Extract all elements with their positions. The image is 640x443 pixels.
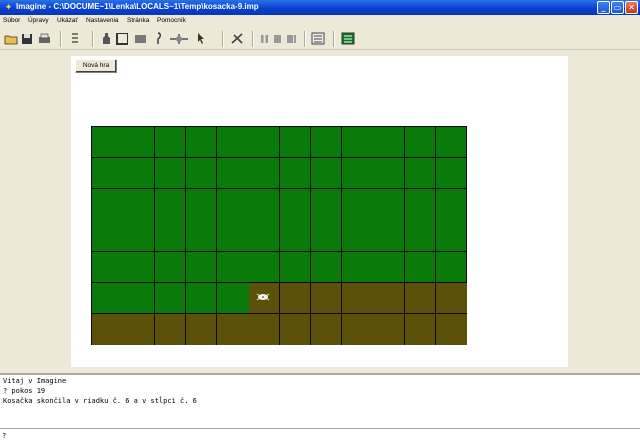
lawn-cell [186, 283, 217, 314]
app-icon[interactable]: ✦ [3, 2, 14, 13]
lawn-cell [342, 252, 405, 283]
toolbar-separator [222, 31, 224, 47]
lawn-cell [342, 314, 405, 345]
toolbar-separator [60, 31, 62, 47]
pause-icon[interactable] [259, 31, 270, 46]
lawn-cell [217, 189, 280, 252]
frame-icon[interactable] [115, 31, 130, 46]
lawn-cell [311, 283, 342, 314]
lawn-cell [436, 127, 467, 158]
step-icon[interactable] [285, 31, 298, 46]
console-line: Vitaj v Imagine [3, 377, 67, 385]
console-output[interactable]: Vitaj v Imagine ? pokos 19 Kosačka skonč… [0, 373, 640, 428]
lawn-cell [436, 314, 467, 345]
lawn-cell [405, 158, 436, 189]
lawn-cell [342, 158, 405, 189]
title-bar[interactable]: ✦ Imagine - C:\DOCUME~1\Lenka\LOCALS~1\T… [0, 0, 640, 15]
lawn-cell [217, 314, 280, 345]
lawn-cell [217, 252, 280, 283]
lawn-cell [342, 283, 405, 314]
menu-subor[interactable]: Súbor [3, 17, 20, 24]
menu-bar: Súbor Úpravy Ukázať Nastavenia Stránka P… [0, 15, 640, 28]
lawn-cell [155, 283, 186, 314]
command-input[interactable] [2, 430, 638, 442]
lawn-cell [342, 127, 405, 158]
lawn-cell [186, 252, 217, 283]
lawn-cell [92, 283, 155, 314]
new-game-button[interactable]: Nová hra [75, 59, 117, 73]
lawn-cell [436, 283, 467, 314]
bug-icon[interactable] [229, 31, 245, 46]
lawn-cell [186, 314, 217, 345]
open-folder-icon[interactable] [3, 31, 18, 46]
minimize-button[interactable]: _ [597, 1, 610, 14]
lawn-cell [186, 189, 217, 252]
lawn-cell [217, 283, 280, 314]
lawn-cell [155, 189, 186, 252]
lawn-cell [280, 252, 311, 283]
lawn-cell [155, 314, 186, 345]
toolbar-separator [304, 31, 306, 47]
lawn-cell [280, 314, 311, 345]
lawn-cell [155, 158, 186, 189]
lawn-cell [217, 127, 280, 158]
maximize-button[interactable]: ▭ [611, 1, 624, 14]
lawn-cell [280, 127, 311, 158]
console-line: ? pokos 19 [3, 387, 46, 395]
menu-pomocnik[interactable]: Pomocník [157, 17, 186, 24]
lawn-cell [280, 283, 311, 314]
layout-icon[interactable] [340, 31, 356, 46]
lawn-cell [405, 252, 436, 283]
rectangle-icon[interactable] [133, 31, 148, 46]
bottle-icon[interactable] [99, 31, 113, 46]
lawn-cell [92, 158, 155, 189]
menu-nastavenia[interactable]: Nastavenia [86, 17, 119, 24]
lawn-cell [436, 189, 467, 252]
lawn-cell [92, 314, 155, 345]
lawn-cell [405, 189, 436, 252]
lawn-cell [405, 314, 436, 345]
lawn-cell [311, 189, 342, 252]
lawn-cell [342, 189, 405, 252]
lawn-cell [311, 252, 342, 283]
move-icon[interactable] [168, 31, 190, 46]
lawn-cell [405, 283, 436, 314]
lawn-grid[interactable] [91, 126, 467, 345]
menu-upravy[interactable]: Úpravy [28, 17, 49, 24]
lawn-cell [155, 252, 186, 283]
console-line: Kosačka skončila v riadku č. 6 a v stĺpc… [3, 397, 197, 405]
turtle-new-icon[interactable] [67, 31, 82, 46]
lawn-cell [280, 158, 311, 189]
print-icon[interactable] [37, 31, 52, 46]
toolbar-separator [252, 31, 254, 47]
lawn-cell [436, 252, 467, 283]
lawn-cell [92, 189, 155, 252]
lawn-cell [92, 127, 155, 158]
lawn-cell [405, 127, 436, 158]
window-title: Imagine - C:\DOCUME~1\Lenka\LOCALS~1\Tem… [16, 2, 259, 11]
command-bar [0, 428, 640, 443]
lawn-cell [311, 314, 342, 345]
pointer-icon[interactable] [193, 31, 209, 46]
lawn-cell [186, 127, 217, 158]
menu-ukazat[interactable]: Ukázať [57, 17, 78, 24]
lawn-cell [436, 158, 467, 189]
stop-icon[interactable] [272, 31, 283, 46]
menu-stranka[interactable]: Stránka [127, 17, 149, 24]
toolbar-separator [333, 31, 335, 47]
lawn-cell [92, 252, 155, 283]
lawn-cell [186, 158, 217, 189]
toolbar [0, 28, 640, 50]
lawn-cell [155, 127, 186, 158]
lawn-cell [217, 158, 280, 189]
lawn-cell [311, 127, 342, 158]
save-icon[interactable] [19, 31, 34, 46]
dialog-icon[interactable] [310, 31, 326, 46]
lawn-cell [280, 189, 311, 252]
pen-icon[interactable] [151, 31, 165, 46]
toolbar-separator [92, 31, 94, 47]
close-button[interactable]: ✕ [625, 1, 638, 14]
lawn-cell [311, 158, 342, 189]
